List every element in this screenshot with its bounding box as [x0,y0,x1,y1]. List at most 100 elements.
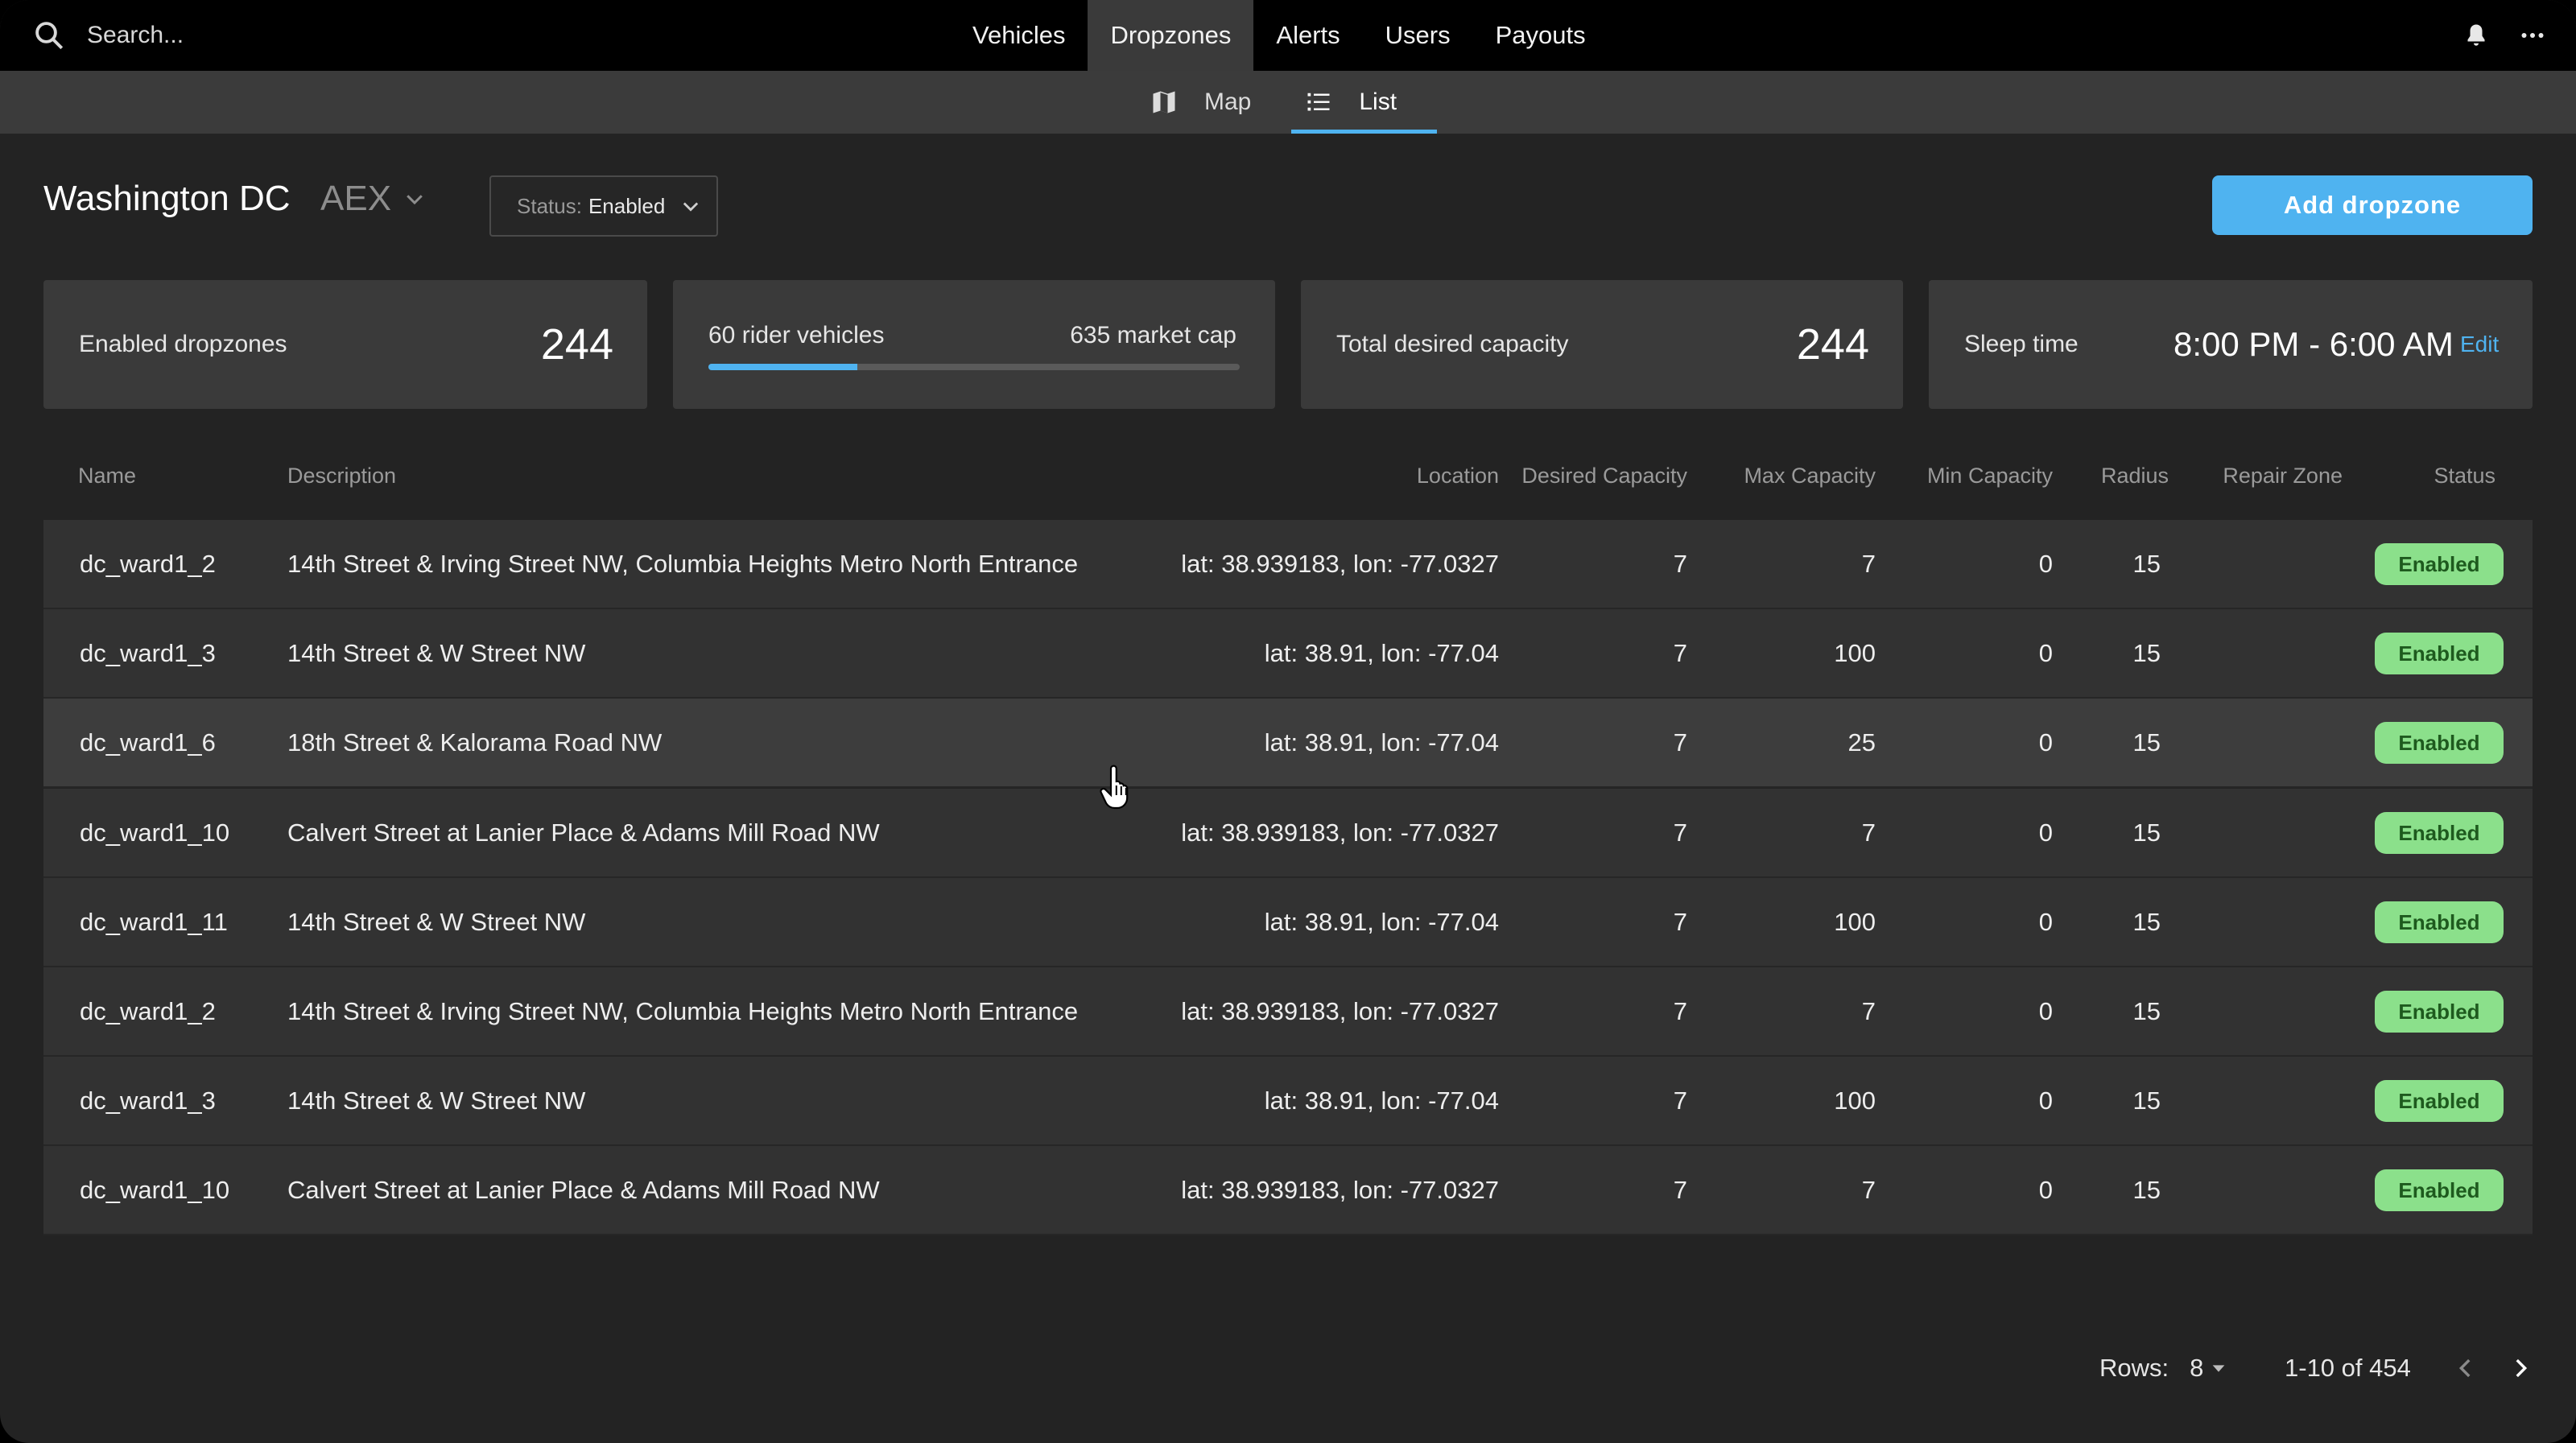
edit-sleep-time-link[interactable]: Edit [2460,280,2499,409]
cell-desired-capacity: 7 [1673,818,1687,847]
cell-name: dc_ward1_11 [80,907,228,936]
cell-description: 14th Street & W Street NW [287,638,586,667]
view-switcher-bar: Map List [0,71,2576,134]
nav-alerts[interactable]: Alerts [1253,0,1362,71]
table-row[interactable]: dc_ward1_10 Calvert Street at Lanier Plac… [43,789,2533,878]
chevron-right-icon [2516,1358,2528,1378]
cell-desired-capacity: 7 [1673,996,1687,1025]
nav-vehicles[interactable]: Vehicles [950,0,1088,71]
col-description[interactable]: Description [287,464,396,489]
cell-location: lat: 38.939183, lon: -77.0327 [1181,818,1499,847]
rider-vehicles-progress-fill [708,364,857,370]
tab-list-label: List [1359,89,1397,115]
cell-radius: 15 [2132,549,2161,578]
cell-desired-capacity: 7 [1673,907,1687,936]
top-bar: Search... Vehicles Dropzones Alerts User… [0,0,2576,71]
cell-name: dc_ward1_10 [80,818,230,847]
cell-min-capacity: 0 [2038,728,2053,757]
cell-radius: 15 [2132,996,2161,1025]
cell-radius: 15 [2132,1175,2161,1204]
table-row[interactable]: dc_ward1_10 Calvert Street at Lanier Plac… [43,1146,2533,1235]
table-row[interactable]: dc_ward1_2 14th Street & Irving Street NW… [43,967,2533,1057]
caret-down-icon [2213,1365,2225,1372]
table-row[interactable]: dc_ward1_2 14th Street & Irving Street NW… [43,520,2533,609]
status-badge: Enabled [2375,901,2504,943]
cell-location: lat: 38.939183, lon: -77.0327 [1181,1175,1499,1204]
rows-per-page[interactable]: Rows: 8 [2099,1346,2227,1391]
cell-name: dc_ward1_2 [80,549,216,578]
search-input[interactable]: Search... [87,22,184,49]
status-badge: Enabled [2375,1169,2504,1211]
cell-max-capacity: 100 [1834,907,1876,936]
col-location[interactable]: Location [1417,464,1499,489]
market-cap-label: 635 market cap [1070,322,1236,348]
table-row[interactable]: dc_ward1_6 18th Street & Kalorama Road NW… [43,699,2533,788]
chevron-down-icon [683,202,699,212]
nav-dropzones[interactable]: Dropzones [1088,0,1254,71]
nav-users[interactable]: Users [1363,0,1473,71]
col-desired-capacity[interactable]: Desired Capacity [1521,464,1687,489]
cell-description: Calvert Street at Lanier Place & Adams M… [287,818,880,847]
market-selector[interactable]: AEX [320,179,427,219]
cell-location: lat: 38.91, lon: -77.04 [1264,1086,1499,1115]
cell-name: dc_ward1_3 [80,1086,216,1115]
cell-name: dc_ward1_10 [80,1175,230,1204]
main-nav: Vehicles Dropzones Alerts Users Payouts [950,0,1608,71]
cell-description: 14th Street & Irving Street NW, Columbia… [287,549,1079,578]
table-row[interactable]: dc_ward1_3 14th Street & W Street NW lat: … [43,1057,2533,1146]
app-window: Search... Vehicles Dropzones Alerts User… [0,0,2576,1443]
table-row[interactable]: dc_ward1_3 14th Street & W Street NW lat: … [43,609,2533,699]
cell-max-capacity: 7 [1861,549,1876,578]
cell-radius: 15 [2132,818,2161,847]
prev-page-button[interactable] [2452,1346,2479,1391]
status-badge: Enabled [2375,991,2504,1033]
page-range: 1-10 of 454 [2285,1354,2411,1382]
col-max-capacity[interactable]: Max Capacity [1744,464,1876,489]
cell-min-capacity: 0 [2038,907,2053,936]
sleep-time-card: Sleep time 8:00 PM - 6:00 AM Edit [1929,280,2533,409]
desired-capacity-label: Total desired capacity [1336,331,1569,357]
cell-max-capacity: 100 [1834,638,1876,667]
cell-desired-capacity: 7 [1673,549,1687,578]
status-badge: Enabled [2375,722,2504,764]
col-repair-zone[interactable]: Repair Zone [2223,464,2343,489]
cell-min-capacity: 0 [2038,1175,2053,1204]
cell-location: lat: 38.91, lon: -77.04 [1264,728,1499,757]
col-name[interactable]: Name [78,464,136,489]
col-status[interactable]: Status [2434,464,2496,489]
table-row[interactable]: dc_ward1_11 14th Street & W Street NW lat:… [43,878,2533,967]
add-dropzone-button[interactable]: Add dropzone [2212,175,2533,235]
cell-radius: 15 [2132,638,2161,667]
cell-radius: 15 [2132,907,2161,936]
col-radius[interactable]: Radius [2101,464,2169,489]
bell-icon[interactable] [2462,21,2491,50]
enabled-dropzones-value: 244 [540,320,613,369]
nav-payouts[interactable]: Payouts [1473,0,1608,71]
tab-map[interactable]: Map [1137,71,1291,134]
tab-list[interactable]: List [1291,71,1437,134]
rider-vehicles-progress [708,364,1240,370]
next-page-button[interactable] [2507,1346,2534,1391]
col-min-capacity[interactable]: Min Capacity [1927,464,2053,489]
cell-name: dc_ward1_3 [80,638,216,667]
page-title: Washington DC [43,179,291,218]
status-badge: Enabled [2375,633,2504,674]
enabled-dropzones-label: Enabled dropzones [79,331,287,357]
enabled-dropzones-card: Enabled dropzones 244 [43,280,647,409]
sleep-time-label: Sleep time [1964,331,2079,357]
more-icon[interactable] [2518,21,2547,50]
tab-map-label: Map [1204,89,1252,115]
sleep-time-value: 8:00 PM - 6:00 AM [2174,325,2454,363]
cell-min-capacity: 0 [2038,549,2053,578]
cell-description: Calvert Street at Lanier Place & Adams M… [287,1175,880,1204]
status-filter-value: Enabled [588,193,666,218]
search-box[interactable]: Search... [32,0,184,71]
status-filter-dropdown[interactable]: Status: Enabled [489,175,718,237]
cell-max-capacity: 7 [1861,818,1876,847]
cell-min-capacity: 0 [2038,1086,2053,1115]
cell-min-capacity: 0 [2038,818,2053,847]
cell-location: lat: 38.939183, lon: -77.0327 [1181,549,1499,578]
hand-cursor-icon [1100,765,1129,810]
cell-location: lat: 38.91, lon: -77.04 [1264,907,1499,936]
cell-radius: 15 [2132,728,2161,757]
